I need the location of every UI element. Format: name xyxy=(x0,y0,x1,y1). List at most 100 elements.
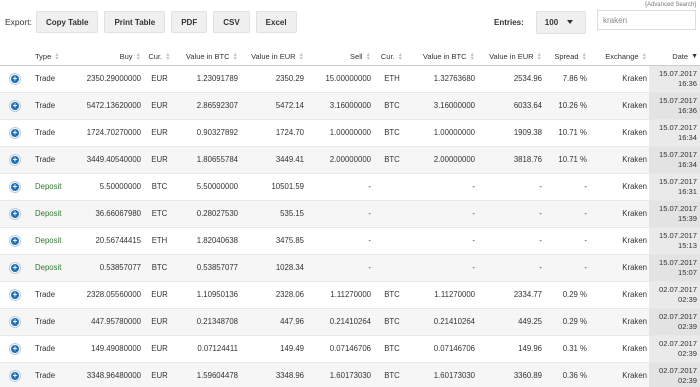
sell-value-eur-cell: - xyxy=(477,253,544,281)
table-row[interactable]: + Trade 5472.13620000 EUR 2.86592307 5472.14 3… xyxy=(0,91,700,119)
type-cell: Trade xyxy=(33,118,71,146)
search-input[interactable]: kraken xyxy=(597,10,696,30)
print-table-button[interactable]: Print Table xyxy=(104,11,166,33)
sort-icon: ▲ ▼ xyxy=(469,51,475,62)
sort-icon: ▲ ▼ xyxy=(641,51,647,62)
buy-amount-cell: 5472.13620000 xyxy=(71,91,143,119)
expand-cell[interactable]: + xyxy=(0,361,33,387)
column-header-buy-currency[interactable]: Cur. ▲ ▼ xyxy=(143,48,176,66)
table-row[interactable]: + Deposit 36.66067980 ETC 0.28027530 535.15- -… xyxy=(0,199,700,227)
expand-cell[interactable]: + xyxy=(0,334,33,362)
buy-value-eur-cell: 10501.59 xyxy=(240,172,306,200)
column-header-sell-currency[interactable]: Cur. ▲ ▼ xyxy=(373,48,411,66)
sell-value-eur-cell: 3818.76 xyxy=(477,145,544,173)
sell-currency-cell xyxy=(373,172,411,200)
time-text: 02:39 xyxy=(677,375,697,385)
sell-currency-cell xyxy=(373,226,411,254)
expand-row-icon[interactable]: + xyxy=(10,235,20,246)
date-cell: 02.07.2017 02:39 xyxy=(649,280,700,308)
entries-select[interactable]: 100 xyxy=(535,10,586,34)
expand-row-icon[interactable]: + xyxy=(10,208,20,219)
expand-row-icon[interactable]: + xyxy=(10,100,20,111)
expand-cell[interactable]: + xyxy=(0,91,33,119)
expand-row-icon[interactable]: + xyxy=(10,181,20,192)
expand-cell[interactable]: + xyxy=(0,253,33,281)
expand-cell[interactable]: + xyxy=(0,172,33,200)
export-label: Export: xyxy=(5,17,32,27)
table-row[interactable]: + Deposit 0.53857077 BTC 0.53857077 1028.34- -… xyxy=(0,253,700,281)
type-cell: Deposit xyxy=(33,172,71,200)
date-text: 15.07.2017 xyxy=(658,257,697,267)
column-header-buy-value-btc[interactable]: Value in BTC ▲ ▼ xyxy=(176,48,240,66)
column-header-date[interactable]: Date ▼ xyxy=(649,48,700,66)
table-row[interactable]: + Trade 149.49080000 EUR 0.07124411 149.49 0.0… xyxy=(0,334,700,362)
sell-amount-cell: 3.16000000 xyxy=(306,91,373,119)
exchange-cell: Kraken xyxy=(589,172,649,200)
type-cell: Deposit xyxy=(33,226,71,254)
buy-amount-cell: 20.56744415 xyxy=(71,226,143,254)
column-header-sell-value-eur[interactable]: Value in EUR ▲ ▼ xyxy=(477,48,544,66)
sell-value-btc-cell: 3.16000000 xyxy=(411,91,477,119)
copy-table-button[interactable]: Copy Table xyxy=(35,11,99,33)
buy-value-eur-cell: 2350.29 xyxy=(240,64,306,92)
buy-value-btc-cell: 2.86592307 xyxy=(176,91,240,119)
sort-icon: ▲ ▼ xyxy=(54,51,60,62)
sort-icon: ▲ ▼ xyxy=(135,51,141,62)
expand-row-icon[interactable]: + xyxy=(10,289,20,300)
table-row[interactable]: + Trade 2350.29000000 EUR 1.23091789 2350.29 1… xyxy=(0,64,700,92)
sort-icon: ▲ ▼ xyxy=(581,51,587,62)
expand-cell[interactable]: + xyxy=(0,199,33,227)
expand-row-icon[interactable]: + xyxy=(10,154,20,165)
column-header-exchange[interactable]: Exchange ▲ ▼ xyxy=(589,48,649,66)
sort-icon: ▲ ▼ xyxy=(232,51,238,62)
table-row[interactable]: + Trade 447.95780000 EUR 0.21348708 447.96 0.2… xyxy=(0,307,700,335)
buy-value-btc-cell: 0.90327892 xyxy=(176,118,240,146)
csv-button[interactable]: CSV xyxy=(213,11,250,33)
date-text: 15.07.2017 xyxy=(658,122,697,132)
expand-row-icon[interactable]: + xyxy=(10,127,20,138)
buy-value-eur-cell: 535.15 xyxy=(240,199,306,227)
expand-cell[interactable]: + xyxy=(0,64,33,92)
spread-cell: - xyxy=(544,253,589,281)
date-text: 15.07.2017 xyxy=(658,176,697,186)
sell-currency-cell: BTC xyxy=(373,118,411,146)
column-header-sell-value-btc[interactable]: Value in BTC ▲ ▼ xyxy=(411,48,477,66)
expand-cell[interactable]: + xyxy=(0,145,33,173)
date-text: 15.07.2017 xyxy=(658,149,697,159)
expand-row-icon[interactable]: + xyxy=(10,343,20,354)
expand-header xyxy=(0,48,33,66)
column-header-sell[interactable]: Sell ▲ ▼ xyxy=(306,48,373,66)
pdf-button[interactable]: PDF xyxy=(171,11,208,33)
date-cell: 15.07.2017 16:36 xyxy=(649,64,700,92)
type-cell: Trade xyxy=(33,361,71,387)
date-cell: 15.07.2017 15:13 xyxy=(649,226,700,254)
buy-currency-cell: BTC xyxy=(143,253,176,281)
table-row[interactable]: + Deposit 5.50000000 BTC 5.50000000 10501.59-… xyxy=(0,172,700,200)
expand-row-icon[interactable]: + xyxy=(10,370,20,381)
table-row[interactable]: + Trade 2328.05560000 EUR 1.10950136 2328.06 1… xyxy=(0,280,700,308)
buy-amount-cell: 447.95780000 xyxy=(71,307,143,335)
expand-row-icon[interactable]: + xyxy=(10,262,20,273)
date-text: 02.07.2017 xyxy=(658,311,697,321)
column-header-buy[interactable]: Buy ▲ ▼ xyxy=(71,48,143,66)
column-header-buy-value-eur[interactable]: Value in EUR ▲ ▼ xyxy=(240,48,306,66)
sell-amount-cell: 1.60173030 xyxy=(306,361,373,387)
sell-value-eur-cell: 449.25 xyxy=(477,307,544,335)
advanced-search-link[interactable]: [Advanced Search] xyxy=(645,2,696,8)
expand-cell[interactable]: + xyxy=(0,280,33,308)
spread-cell: 10.71 % xyxy=(544,118,589,146)
expand-cell[interactable]: + xyxy=(0,307,33,335)
column-header-spread[interactable]: Spread ▲ ▼ xyxy=(544,48,589,66)
expand-row-icon[interactable]: + xyxy=(10,73,20,84)
table-row[interactable]: + Trade 3348.96480000 EUR 1.59604478 3348.96 1… xyxy=(0,361,700,387)
column-header-type[interactable]: Type ▲ ▼ xyxy=(33,48,71,66)
buy-value-eur-cell: 149.49 xyxy=(240,334,306,362)
expand-cell[interactable]: + xyxy=(0,118,33,146)
table-row[interactable]: + Deposit 20.56744415 ETH 1.82040638 3475.85-… xyxy=(0,226,700,254)
table-row[interactable]: + Trade 1724.70270000 EUR 0.90327892 1724.70 1… xyxy=(0,118,700,146)
expand-cell[interactable]: + xyxy=(0,226,33,254)
date-cell: 15.07.2017 15:39 xyxy=(649,199,700,227)
table-row[interactable]: + Trade 3449.40540000 EUR 1.80655784 3449.41 2… xyxy=(0,145,700,173)
excel-button[interactable]: Excel xyxy=(255,11,297,33)
expand-row-icon[interactable]: + xyxy=(10,316,20,327)
